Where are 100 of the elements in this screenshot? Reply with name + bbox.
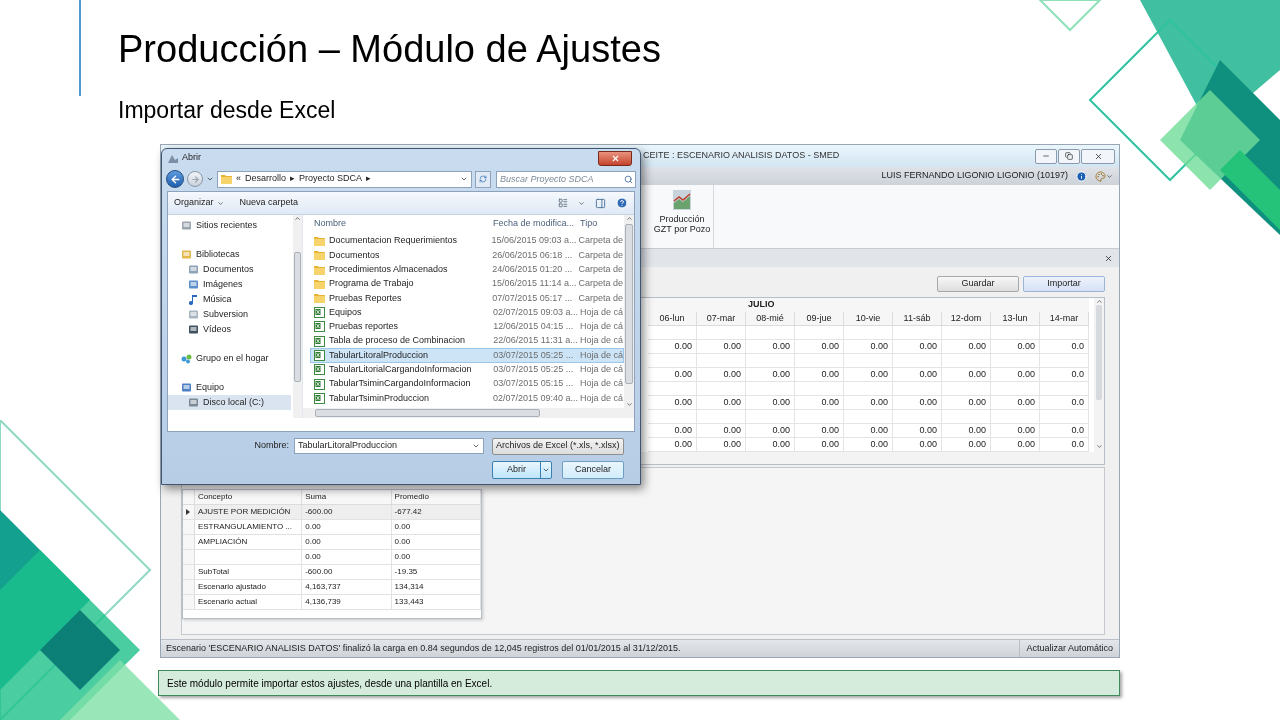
column-header[interactable]: 06-lun (648, 312, 697, 325)
column-header[interactable]: Promedio (391, 490, 481, 504)
table-cell: -600.00 (302, 565, 392, 579)
file-date: 26/06/2015 06:18 ... (492, 248, 574, 262)
new-folder-button[interactable]: Nueva carpeta (239, 196, 299, 210)
column-header[interactable]: 12-dom (942, 312, 991, 325)
file-row[interactable]: Programa de Trabajo 15/06/2015 11:14 a... Carpeta de (310, 276, 624, 292)
nav-item[interactable]: Grupo en el hogar (168, 351, 291, 366)
column-header[interactable]: Nombre (310, 217, 493, 231)
column-header[interactable]: 11-sáb (893, 312, 942, 325)
column-header[interactable]: 14-mar (1040, 312, 1089, 325)
file-row[interactable]: TabularTsiminProduccion 02/07/2015 09:40 a... Hoja de cá (310, 391, 624, 406)
file-row[interactable]: Equipos 02/07/2015 09:03 a... Hoja de cá (310, 305, 624, 320)
nav-item[interactable]: Subversion (168, 307, 291, 322)
column-header[interactable]: Suma (302, 490, 392, 504)
file-row[interactable]: Documentacion Requerimientos 15/06/2015 09:03 a... Carpeta de (310, 234, 624, 249)
file-type: Hoja de cá (578, 377, 623, 391)
file-row[interactable]: Tabla de proceso de Combinacion 22/06/2015 11:31 a... Hoja de cá (310, 334, 624, 349)
cancel-button[interactable]: Cancelar (562, 460, 624, 479)
file-row[interactable]: TabularTsiminCargandoInformacion 03/07/2015 05:15 ... Hoja de cá (310, 376, 624, 392)
file-row[interactable]: Pruebas Reportes 07/07/2015 05:17 ... Carpeta de (310, 291, 624, 306)
nav-item[interactable]: Bibliotecas (168, 247, 291, 262)
file-type: Hoja de cá (578, 391, 623, 405)
scrollbar[interactable] (303, 408, 634, 418)
nav-item[interactable]: Sitios recientes (168, 218, 291, 233)
grid-cell: 0.00 (746, 340, 795, 353)
file-date: 07/07/2015 05:17 ... (492, 291, 574, 305)
forward-button[interactable] (187, 171, 203, 187)
column-header[interactable]: 08-mié (746, 312, 795, 325)
minimize-button[interactable] (1035, 148, 1057, 164)
file-type: Carpeta de (577, 248, 623, 262)
file-name: Procedimientos Almacenados (329, 263, 448, 276)
row-pointer-icon (186, 509, 191, 515)
search-field[interactable]: Buscar Proyecto SDCA (496, 170, 636, 188)
scroll-up-icon[interactable] (1095, 298, 1103, 305)
breadcrumb-item[interactable]: Desarrollo (245, 172, 287, 186)
grid-cell: 0.00 (795, 438, 844, 451)
scroll-down-icon[interactable] (1095, 443, 1103, 450)
file-row[interactable]: TabularLitoralProduccion 03/07/2015 05:25 ... Hoja de cá (310, 348, 624, 363)
view-list-icon[interactable] (558, 198, 568, 208)
file-name: TabularLitoralProduccion (329, 348, 429, 362)
column-header[interactable]: 10-vie (844, 312, 893, 325)
open-button[interactable]: Abrir (492, 460, 552, 479)
action-button[interactable]: Importar (1023, 276, 1105, 292)
column-header[interactable]: Concepto (194, 490, 303, 504)
action-button[interactable]: Guardar (937, 276, 1019, 292)
address-bar[interactable]: « Desarrollo ▸ Proyecto SDCA ▸ (217, 170, 472, 188)
scroll-up-icon[interactable] (625, 215, 633, 222)
scroll-up-icon[interactable] (294, 215, 301, 222)
file-date: 03/07/2015 05:25 ... (493, 363, 575, 377)
row-header[interactable] (183, 505, 195, 519)
nav-item[interactable]: Equipo (168, 380, 291, 395)
file-row[interactable]: Procedimientos Almacenados 24/06/2015 01:20 ... Carpeta de (310, 262, 624, 277)
spreadsheet-icon (314, 321, 325, 333)
table-cell: 0.00 (391, 550, 481, 564)
help-icon[interactable] (616, 197, 628, 209)
preview-pane-icon[interactable] (595, 197, 606, 209)
breadcrumb-arrow[interactable]: ▸ (290, 172, 296, 186)
palette-icon[interactable] (1095, 170, 1106, 182)
breadcrumb-overflow[interactable]: « (236, 172, 241, 186)
grid-cell: 0.00 (893, 368, 942, 381)
column-header[interactable]: Tipo (578, 217, 598, 231)
close-button[interactable] (598, 150, 632, 166)
info-icon[interactable] (1076, 170, 1087, 182)
restore-button[interactable] (1058, 148, 1080, 164)
grid-cell: 0.00 (648, 340, 697, 353)
breadcrumb-item[interactable]: Proyecto SDCA (299, 172, 363, 186)
file-name-field[interactable]: TabularLitoralProduccion (294, 438, 484, 454)
table-cell: 133,443 (391, 595, 481, 609)
grid-cell: 0.0 (1040, 340, 1089, 353)
back-button[interactable] (166, 170, 184, 188)
column-header[interactable]: 09-jue (795, 312, 844, 325)
nav-item[interactable]: Vídeos (168, 322, 291, 337)
organize-button[interactable]: Organizar (174, 196, 224, 210)
file-row[interactable]: Documentos 26/06/2015 06:18 ... Carpeta de (310, 248, 624, 263)
nav-item[interactable]: Disco local (C:) (168, 395, 291, 410)
refresh-button[interactable] (475, 170, 491, 188)
table-cell: 4,163,737 (302, 580, 392, 594)
nav-item[interactable]: Documentos (168, 262, 291, 277)
scroll-down-icon[interactable] (625, 401, 633, 408)
nav-item[interactable]: Imágenes (168, 277, 291, 292)
file-date: 02/07/2015 09:03 a... (492, 305, 578, 319)
breadcrumb-arrow[interactable]: ▸ (366, 172, 372, 186)
scrollbar[interactable] (293, 215, 302, 418)
ribbon-button[interactable]: Producción GZT por Pozo (653, 189, 711, 248)
file-type-dropdown[interactable]: Archivos de Excel (*.xls, *.xlsx) (492, 437, 624, 455)
file-type: Hoja de cá (578, 348, 623, 362)
nav-item[interactable]: Música (168, 292, 291, 307)
column-header[interactable]: 13-lun (991, 312, 1040, 325)
table-cell: -677.42 (391, 505, 481, 519)
column-header[interactable]: Fecha de modifica... (493, 217, 578, 231)
scrollbar[interactable] (1094, 298, 1104, 464)
column-header[interactable]: 07-mar (697, 312, 746, 325)
search-icon (624, 174, 633, 184)
scrollbar[interactable] (624, 215, 634, 408)
minimize-icon (1042, 152, 1050, 160)
file-row[interactable]: TabularLitorialCargandoInformacion 03/07/2015 05:25 ... Hoja de cá (310, 362, 624, 377)
file-row[interactable]: Pruebas reportes 12/06/2015 04:15 ... Hoja de cá (310, 319, 624, 335)
close-icon[interactable] (1104, 253, 1113, 263)
grid-cell: 0.00 (648, 396, 697, 409)
